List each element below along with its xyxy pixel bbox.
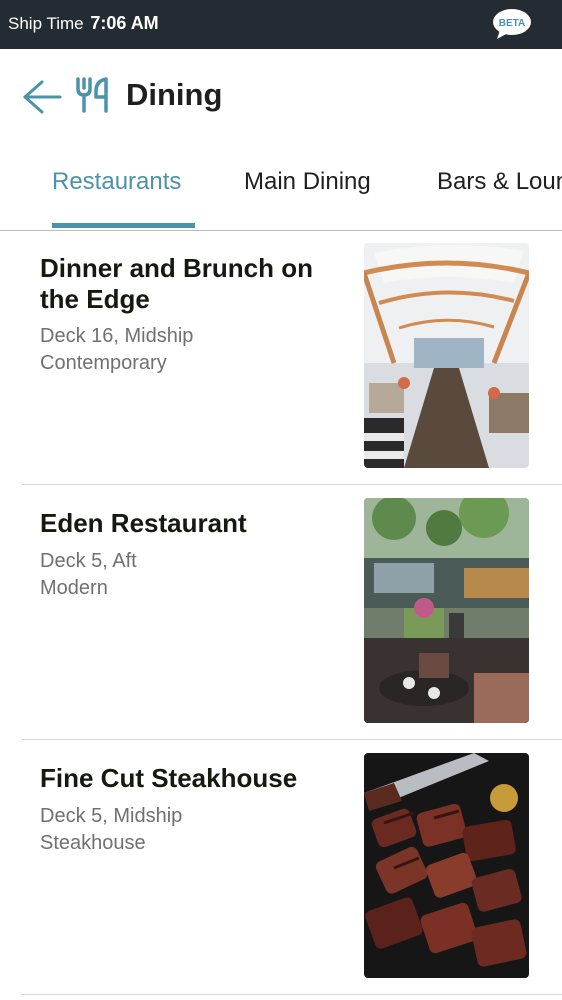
restaurant-name: Dinner and Brunch on the Edge: [40, 253, 313, 314]
tab-restaurants[interactable]: Restaurants: [52, 168, 181, 196]
restaurant-cuisine: Modern: [40, 577, 108, 599]
restaurant-image: [364, 753, 529, 978]
header: Dining: [0, 49, 562, 149]
restaurant-image: [364, 498, 529, 723]
restaurant-cuisine: Steakhouse: [40, 832, 146, 854]
ship-time-label: Ship Time: [8, 14, 84, 33]
restaurant-location: Deck 5, Midship: [40, 805, 183, 827]
tab-bar: Restaurants Main Dining Bars & Lounges: [0, 150, 562, 231]
ship-time: Ship Time 7:06 AM: [8, 13, 159, 34]
restaurant-card[interactable]: Fine Cut Steakhouse Deck 5, Midship Stea…: [22, 740, 562, 995]
restaurant-card[interactable]: Eden Restaurant Deck 5, Aft Modern: [22, 485, 562, 740]
restaurant-image: [364, 243, 529, 468]
status-bar: Ship Time 7:06 AM BETA: [0, 0, 562, 49]
restaurant-name: Fine Cut Steakhouse: [40, 763, 298, 793]
beta-badge[interactable]: BETA: [492, 8, 532, 40]
restaurant-card[interactable]: Dinner and Brunch on the Edge Deck 16, M…: [22, 230, 562, 485]
beta-label: BETA: [499, 18, 525, 29]
restaurant-location: Deck 5, Aft: [40, 550, 137, 572]
restaurant-location: Deck 16, Midship: [40, 325, 194, 347]
fork-knife-icon: [74, 75, 114, 115]
ship-time-value: 7:06 AM: [90, 13, 159, 33]
speech-bubble-icon: BETA: [493, 9, 531, 39]
tab-main-dining[interactable]: Main Dining: [244, 168, 371, 196]
active-tab-indicator: [52, 223, 195, 228]
restaurant-name: Eden Restaurant: [40, 508, 247, 538]
page-title: Dining: [126, 77, 223, 112]
restaurant-cuisine: Contemporary: [40, 352, 167, 374]
arrow-left-icon: [23, 80, 62, 114]
tab-bars-lounges[interactable]: Bars & Lounges: [437, 168, 562, 196]
back-button[interactable]: [20, 77, 64, 117]
